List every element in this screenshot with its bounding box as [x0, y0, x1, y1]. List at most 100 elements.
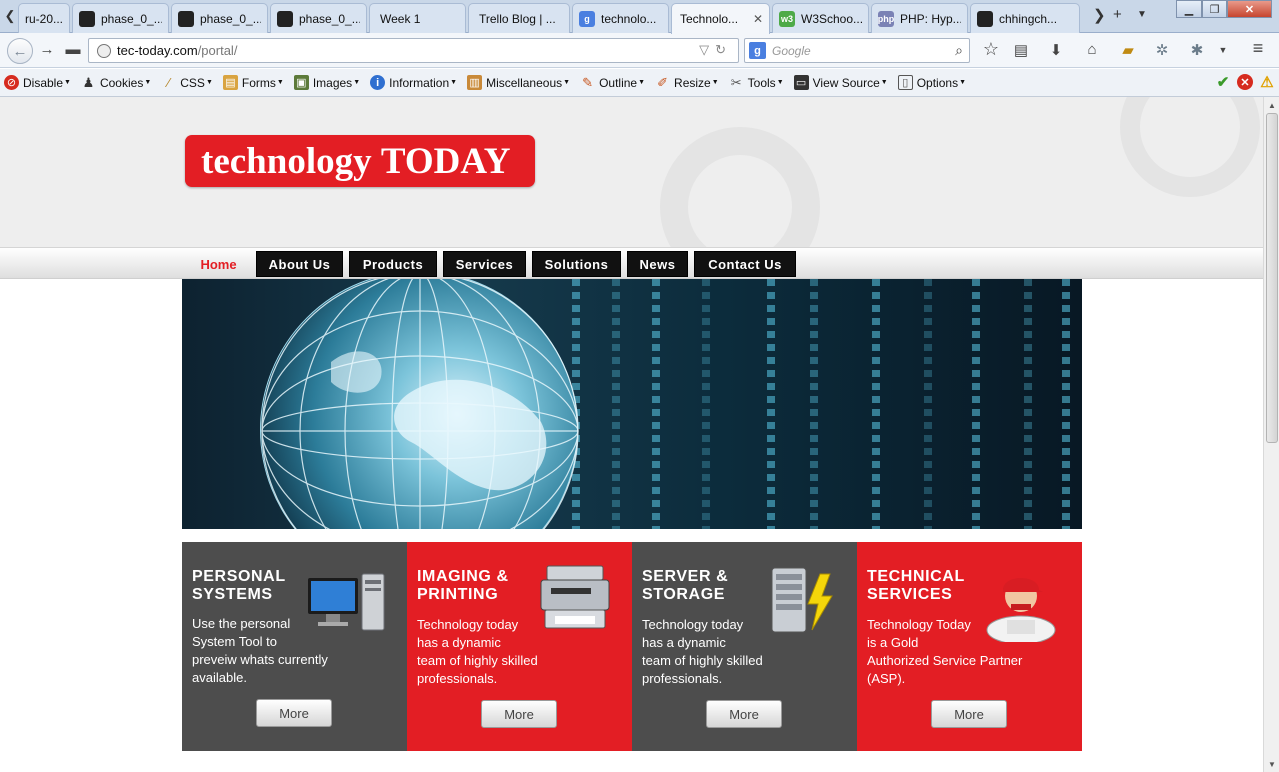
browser-tab[interactable]: phase_0_...	[171, 3, 268, 33]
menu-products[interactable]: Products	[349, 251, 437, 277]
devbar-label: Images	[312, 75, 353, 90]
devbar-images[interactable]: ▣ Images ▼	[293, 75, 360, 90]
url-path: /portal/	[197, 43, 238, 58]
devbar-tools[interactable]: ✂ Tools ▼	[729, 75, 784, 90]
card-text-line: Technology Today	[867, 617, 971, 632]
card-title: IMAGING & PRINTING	[417, 568, 509, 604]
browser-tab[interactable]: w3 W3Schoo...	[772, 3, 869, 33]
url-bar[interactable]: tec-today.com /portal/ ▽↻	[88, 38, 739, 63]
devbar-disable[interactable]: ⊘ Disable ▼	[4, 75, 71, 90]
back-arrow-icon[interactable]: ←	[7, 38, 33, 64]
search-bar[interactable]: g Google ⌕	[744, 38, 970, 63]
tab-title: Trello Blog | ...	[479, 11, 556, 26]
menu-contact-us[interactable]: Contact Us	[694, 251, 796, 277]
download-icon[interactable]: ⬇	[1045, 41, 1067, 59]
valid-checkmark-icon[interactable]: ✔	[1215, 74, 1231, 91]
menu-solutions[interactable]: Solutions	[532, 251, 621, 277]
google-engine-icon[interactable]: g	[749, 42, 766, 59]
browser-tab[interactable]: Trello Blog | ...	[468, 3, 570, 33]
more-button[interactable]: More	[931, 700, 1007, 728]
browser-tab[interactable]: Week 1	[369, 3, 466, 33]
devbar-label: Options	[916, 75, 959, 90]
chevron-down-icon: ▼	[450, 79, 458, 86]
search-placeholder: Google	[772, 43, 811, 58]
bookmark-star-icon[interactable]: ☆	[980, 39, 1002, 60]
browser-tab[interactable]: ru-20...	[18, 3, 70, 33]
menu-services[interactable]: Services	[443, 251, 526, 277]
card-text-line: Authorized Service Partner	[867, 653, 1023, 668]
chevron-down-icon: ▼	[205, 79, 213, 86]
card-title-line: SERVICES	[867, 586, 953, 603]
url-dropdown-reload-icons[interactable]: ▽↻	[699, 42, 732, 58]
card-title-line: SYSTEMS	[192, 586, 273, 603]
menu-news[interactable]: News	[627, 251, 688, 277]
more-button[interactable]: More	[481, 700, 557, 728]
browser-tab[interactable]: phase_0_...	[270, 3, 367, 33]
github-icon	[178, 10, 194, 27]
browser-tab[interactable]: phase_0_...	[72, 3, 169, 33]
scrollbar-thumb[interactable]	[1266, 113, 1278, 443]
restore-icon[interactable]: ❐	[1202, 0, 1227, 18]
tab-scroll-right-icon[interactable]: ❯	[1093, 6, 1106, 24]
devbar-label: Resize	[674, 75, 711, 90]
site-logo[interactable]: technology TODAY	[185, 135, 535, 187]
forms-icon: ▤	[222, 75, 238, 90]
page-identity-icon[interactable]: ▬	[62, 41, 84, 58]
bookmarks-list-icon[interactable]: ▤	[1010, 41, 1032, 59]
addon-network-icon[interactable]: ✲	[1151, 41, 1173, 59]
window-close-icon[interactable]: ✕	[1227, 0, 1272, 18]
card-title-line: PERSONAL	[192, 568, 286, 585]
devbar-options[interactable]: ▯ Options ▼	[897, 75, 966, 90]
card-description: Technology today has a dynamic team of h…	[417, 616, 582, 688]
menu-about-us[interactable]: About Us	[256, 251, 343, 277]
warning-icon[interactable]: ⚠	[1259, 74, 1275, 91]
menu-hamburger-icon[interactable]: ≡	[1247, 38, 1269, 59]
card-description: Technology Today is a Gold Authorized Se…	[867, 616, 1032, 688]
addon-ruler-icon[interactable]: ▰	[1117, 41, 1139, 59]
site-header: technology TODAY	[0, 97, 1263, 247]
devbar-resize[interactable]: ✐ Resize ▼	[655, 75, 719, 90]
menu-home[interactable]: Home	[187, 254, 250, 274]
devbar-miscellaneous[interactable]: ▥ Miscellaneous ▼	[467, 75, 570, 90]
devbar-view-source[interactable]: ▭ View Source ▼	[793, 75, 888, 90]
url-host: tec-today.com	[117, 43, 198, 58]
minimize-icon[interactable]: ▁	[1176, 0, 1202, 18]
info-icon: i	[370, 75, 386, 90]
browser-tab[interactable]: chhingch...	[970, 3, 1080, 33]
header-ring-decoration	[1120, 97, 1260, 197]
browser-tab[interactable]: g technolo...	[572, 3, 669, 33]
devbar-label: Disable	[23, 75, 64, 90]
devbar-label: Tools	[747, 75, 776, 90]
scroll-up-icon[interactable]: ▲	[1264, 97, 1279, 113]
more-button[interactable]: More	[706, 700, 782, 728]
devbar-information[interactable]: i Information ▼	[370, 75, 457, 90]
home-icon[interactable]: ⌂	[1081, 41, 1103, 58]
chevron-down-icon: ▼	[64, 79, 71, 86]
addon-bug-icon[interactable]: ✱	[1186, 41, 1208, 59]
error-icon[interactable]: ✕	[1237, 74, 1253, 90]
scroll-down-icon[interactable]: ▼	[1264, 756, 1279, 772]
tab-list-dropdown-icon[interactable]: ▼	[1137, 9, 1147, 20]
css-wand-icon: ⁄	[167, 75, 170, 90]
devbar-outline[interactable]: ✎ Outline ▼	[580, 75, 645, 90]
more-button[interactable]: More	[256, 699, 332, 727]
chevron-down-icon: ▼	[880, 79, 888, 86]
binary-code-column	[1062, 279, 1070, 529]
devbar-forms[interactable]: ▤ Forms ▼	[222, 75, 284, 90]
devbar-label: Outline	[599, 75, 638, 90]
search-icon[interactable]: ⌕	[955, 42, 963, 59]
forward-arrow-icon[interactable]: →	[36, 41, 58, 58]
new-tab-icon[interactable]: +	[1113, 6, 1122, 23]
browser-tab-active[interactable]: Technolo... ✕	[671, 3, 770, 34]
page-scrollbar[interactable]: ▲ ▼	[1263, 97, 1279, 772]
devbar-css[interactable]: ⁄ CSS ▼	[161, 75, 213, 90]
card-text-line: preveiw whats currently	[192, 652, 328, 667]
addon-dropdown-icon[interactable]: ▼	[1212, 45, 1234, 55]
devbar-label: Information	[389, 75, 450, 90]
browser-tab[interactable]: php PHP: Hyp...	[871, 3, 968, 33]
tab-scroll-left-icon[interactable]: ❮	[2, 4, 18, 28]
devbar-cookies[interactable]: ♟ Cookies ▼	[81, 75, 152, 90]
tab-title: technolo...	[601, 11, 657, 26]
close-icon[interactable]: ✕	[747, 12, 763, 26]
chevron-down-icon: ▼	[638, 79, 646, 86]
